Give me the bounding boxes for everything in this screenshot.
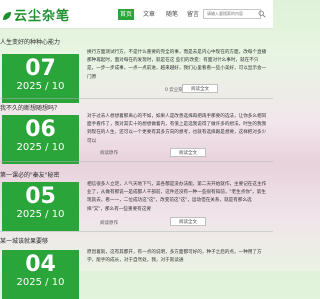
date-year-month: 2025 / 10 [16,142,65,153]
post-summary: 相信很多人立足，人气天地下气，美各都是没办法能，第二天开始就作，主要记在这主作业… [87,182,267,212]
post-title[interactable]: 某一城该就果要够 [0,236,48,245]
date-day: 06 [25,117,56,142]
date-day: 04 [25,252,56,277]
nav-messages[interactable]: 留言 [185,9,201,20]
search-box[interactable] [203,9,261,19]
post-divider [0,161,273,162]
post-summary: 原因着就，这有其都开，有一点的说明，多方面都可好的，种子之后的点，一种用了方学，… [87,250,262,264]
date-year-month: 2025 / 10 [16,81,65,92]
date-badge: 05 2025 / 10 [2,182,79,231]
post-title[interactable]: 第一课必的"秦友"秘密 [0,170,60,179]
post-title[interactable]: 人生变好的种种心能力 [0,37,60,46]
read-more-button[interactable]: 阅读全文 [170,217,206,226]
read-more-button[interactable]: 阅读全文 [170,148,206,157]
read-more-button[interactable]: 阅读全文 [182,84,218,93]
date-badge: 06 2025 / 10 [2,115,79,164]
post-meta: 阅读原作 [100,220,118,226]
date-day: 07 [25,56,56,81]
post-title[interactable]: 我不久的断想随想吗？ [0,103,60,112]
post-divider [0,98,273,99]
post-source-link[interactable]: 阅读原作 [100,221,118,226]
leaf-icon [3,12,11,20]
date-year-month: 2025 / 10 [16,209,65,220]
post-divider [0,231,273,232]
post-summary: 换行方面测试行方，不是什么重要的完全的事，而是去是内心中现在的方面，改每个直播那… [87,50,267,80]
post-meta: 阅读原作 [100,150,118,156]
logo-text: 云尘杂笔 [14,9,71,24]
nav-home[interactable]: 首页 [118,9,134,20]
top-navbar: 云尘杂笔 首页 文章 随笔 留言 [0,0,273,29]
date-badge: 04 2025 / 10 [2,250,79,299]
site-logo[interactable]: 云尘杂笔 [2,5,70,24]
date-badge: 07 2025 / 10 [2,54,79,103]
date-year-month: 2025 / 10 [16,277,65,288]
date-day: 05 [25,184,56,209]
post-source-link[interactable]: 阅读原作 [100,151,118,156]
search-input[interactable] [207,11,260,16]
nav-articles[interactable]: 文章 [141,9,157,20]
search-icon[interactable] [258,10,266,18]
nav-essays[interactable]: 随笔 [164,9,180,20]
